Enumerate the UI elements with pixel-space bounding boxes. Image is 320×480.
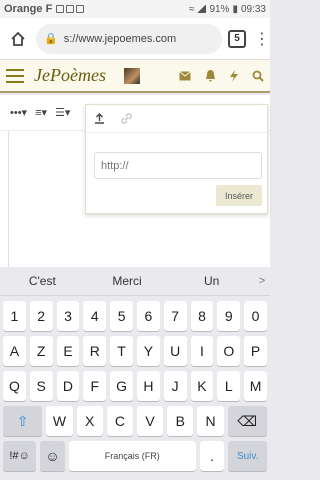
suggestion-bar: C'est Merci Un >	[0, 267, 270, 296]
clock: 09:33	[240, 3, 266, 15]
hamburger-menu-icon[interactable]	[6, 68, 24, 83]
letter-row-1: A Z E R T Y U I O P	[0, 336, 270, 366]
emoji-key[interactable]: ☺	[40, 441, 65, 471]
status-bar: Orange F ≈ 91% ▮ 09:33	[0, 0, 270, 18]
key-6[interactable]: 6	[136, 301, 160, 331]
bottom-row: !#☺ ☺ Français (FR) . Suiv.	[0, 441, 270, 471]
key-1[interactable]: 1	[3, 301, 26, 331]
list-button[interactable]: ☰▾	[55, 106, 70, 119]
key-8[interactable]: 8	[190, 301, 214, 331]
notification-icons	[56, 5, 85, 13]
key-v[interactable]: V	[136, 406, 164, 436]
key-4[interactable]: 4	[83, 301, 107, 331]
key-b[interactable]: B	[167, 406, 194, 436]
key-0[interactable]: 0	[244, 301, 267, 331]
period-key[interactable]: .	[199, 441, 225, 471]
tab-switcher-button[interactable]: 5	[228, 29, 246, 48]
chevron-right-icon[interactable]: >	[254, 275, 270, 287]
number-row: 1 2 3 4 5 6 7 8 9 0	[0, 301, 270, 331]
letter-row-3: ⇧ W X C V B N ⌫	[0, 406, 270, 436]
signal-icon	[197, 5, 207, 13]
key-5[interactable]: 5	[110, 301, 133, 331]
key-s[interactable]: S	[29, 371, 53, 401]
key-j[interactable]: J	[163, 371, 187, 401]
symbols-key[interactable]: !#☺	[3, 441, 37, 471]
space-key[interactable]: Français (FR)	[68, 441, 196, 471]
suggestion-1[interactable]: C'est	[0, 274, 85, 288]
key-r[interactable]: R	[83, 336, 107, 366]
image-icon	[56, 5, 65, 13]
key-x[interactable]: X	[76, 406, 103, 436]
align-button[interactable]: ≡▾	[35, 106, 47, 119]
key-e[interactable]: E	[56, 336, 80, 366]
site-header: JePoèmes	[0, 60, 270, 93]
key-9[interactable]: 9	[217, 301, 241, 331]
key-z[interactable]: Z	[29, 336, 53, 366]
popup-tabs	[86, 105, 267, 133]
key-l[interactable]: L	[217, 371, 241, 401]
editor-border	[8, 131, 9, 267]
link-icon[interactable]	[121, 113, 132, 124]
browser-toolbar: 🔒 s://www.jepoemes.com 5 ⋮	[0, 18, 270, 60]
soft-keyboard: C'est Merci Un > 1 2 3 4 5 6 7 8 9 0 A Z…	[0, 267, 270, 480]
battery-level: 91%	[209, 3, 230, 15]
key-7[interactable]: 7	[163, 301, 187, 331]
sync-icon	[66, 5, 75, 13]
insert-button[interactable]: Insérer	[216, 185, 262, 206]
key-t[interactable]: T	[110, 336, 133, 366]
key-d[interactable]: D	[56, 371, 80, 401]
key-k[interactable]: K	[190, 371, 214, 401]
lock-icon: 🔒	[44, 33, 58, 45]
url-input[interactable]	[94, 152, 262, 179]
suggestion-3[interactable]: Un	[169, 274, 254, 288]
site-logo[interactable]: JePoèmes	[34, 65, 106, 86]
lightning-icon[interactable]	[230, 69, 238, 82]
key-a[interactable]: A	[3, 336, 26, 366]
letter-row-2: Q S D F G H J K L M	[0, 371, 270, 401]
key-2[interactable]: 2	[29, 301, 53, 331]
wifi-icon: ≈	[188, 3, 195, 15]
next-key[interactable]: Suiv.	[228, 441, 267, 471]
backspace-key[interactable]: ⌫	[227, 406, 267, 436]
key-i[interactable]: I	[190, 336, 214, 366]
key-o[interactable]: O	[217, 336, 241, 366]
user-avatar[interactable]	[123, 67, 140, 84]
bell-icon[interactable]	[205, 69, 216, 82]
mail-icon	[76, 5, 85, 13]
key-y[interactable]: Y	[136, 336, 160, 366]
search-icon[interactable]	[252, 70, 264, 82]
more-options-button[interactable]: •••▾	[10, 106, 27, 119]
key-m[interactable]: M	[244, 371, 267, 401]
home-icon	[11, 31, 25, 46]
suggestion-2[interactable]: Merci	[85, 274, 170, 288]
browser-menu-button[interactable]: ⋮	[254, 29, 270, 49]
address-bar[interactable]: 🔒 s://www.jepoemes.com	[36, 23, 222, 54]
home-button[interactable]	[6, 27, 30, 51]
link-popup: Insérer	[85, 104, 268, 214]
url-text: s://www.jepoemes.com	[63, 32, 177, 45]
battery-icon: ▮	[232, 3, 238, 15]
key-3[interactable]: 3	[56, 301, 80, 331]
key-n[interactable]: N	[197, 406, 224, 436]
key-c[interactable]: C	[106, 406, 133, 436]
shift-key[interactable]: ⇧	[3, 406, 43, 436]
envelope-icon[interactable]	[179, 70, 191, 81]
key-f[interactable]: F	[83, 371, 107, 401]
upload-icon[interactable]	[94, 113, 105, 124]
key-w[interactable]: W	[46, 406, 73, 436]
key-u[interactable]: U	[163, 336, 187, 366]
carrier-label: Orange F	[4, 3, 53, 15]
key-g[interactable]: G	[110, 371, 133, 401]
key-q[interactable]: Q	[3, 371, 26, 401]
key-h[interactable]: H	[136, 371, 160, 401]
key-p[interactable]: P	[244, 336, 267, 366]
